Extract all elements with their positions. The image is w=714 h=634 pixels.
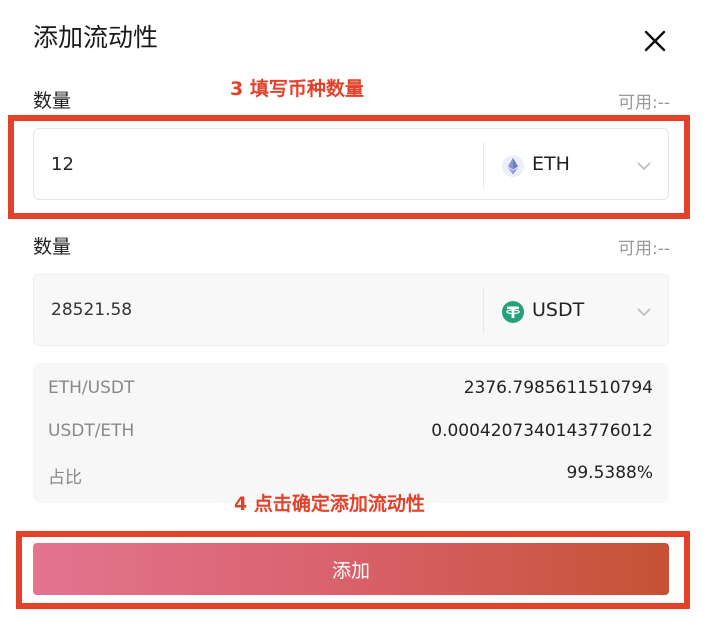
available-label-2: 可用:-- xyxy=(618,239,670,259)
annotation-step4: 4 点击确定添加流动性 xyxy=(234,493,425,515)
info-label-share: 占比 xyxy=(48,468,82,488)
amount-label-1: 数量 xyxy=(33,90,72,112)
amount-field-2: USDT xyxy=(33,274,669,346)
close-button[interactable] xyxy=(640,26,670,56)
chevron-down-icon xyxy=(637,308,651,317)
info-value-share: 99.5388% xyxy=(566,463,653,483)
annotation-step3: 3 填写币种数量 xyxy=(230,78,364,100)
info-label-usdt-eth: USDT/ETH xyxy=(48,421,135,441)
amount-input-usdt[interactable] xyxy=(51,275,471,345)
info-label-eth-usdt: ETH/USDT xyxy=(48,378,135,398)
dialog-title: 添加流动性 xyxy=(33,23,159,52)
info-value-eth-usdt: 2376.7985611510794 xyxy=(463,378,653,398)
available-label-1: 可用:-- xyxy=(618,93,670,113)
price-info-panel: ETH/USDT 2376.7985611510794 USDT/ETH 0.0… xyxy=(33,363,669,503)
close-icon xyxy=(644,30,666,52)
token-select-usdt[interactable]: USDT xyxy=(498,275,668,345)
usdt-icon xyxy=(502,301,524,323)
highlight-frame-button xyxy=(16,531,690,609)
highlight-frame-input xyxy=(8,115,690,219)
amount-label-2: 数量 xyxy=(33,236,72,258)
field-divider xyxy=(483,288,484,334)
info-value-usdt-eth: 0.0004207340143776012 xyxy=(431,421,653,441)
token-name-usdt: USDT xyxy=(532,299,585,321)
